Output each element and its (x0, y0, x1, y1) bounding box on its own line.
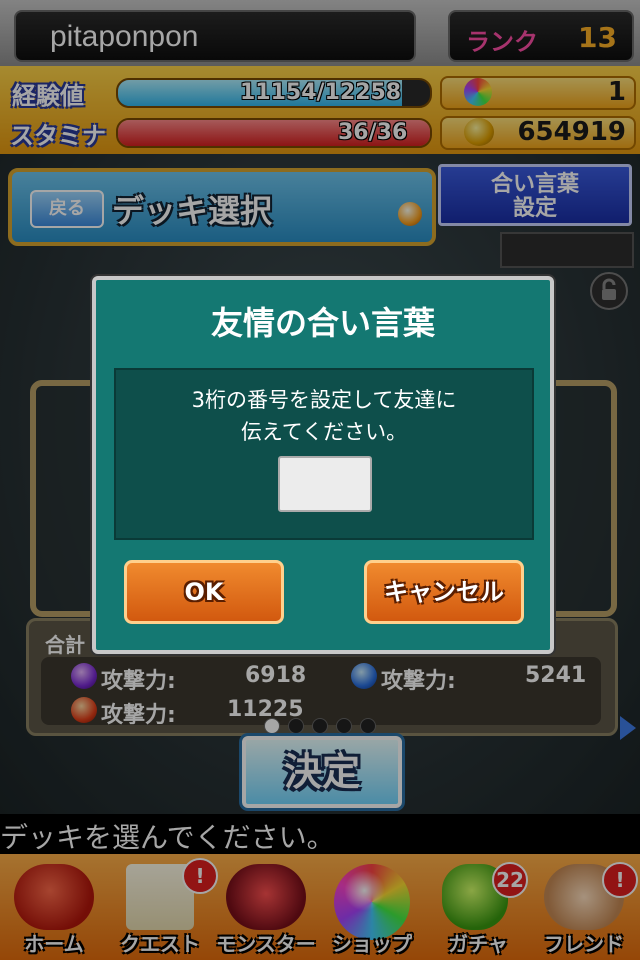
cancel-button[interactable]: キャンセル (364, 560, 524, 624)
dialog-title: 友情の合い言葉 (210, 304, 435, 342)
dialog-line1: 3桁の番号を設定して友達に (191, 388, 457, 412)
dialog-instructions: 3桁の番号を設定して友達に 伝えてください。 (116, 384, 532, 448)
dialog-body: 3桁の番号を設定して友達に 伝えてください。 (114, 368, 534, 540)
password-dialog: 友情の合い言葉 3桁の番号を設定して友達に 伝えてください。 OK キャンセル (92, 276, 554, 654)
ok-button[interactable]: OK (124, 560, 284, 624)
dialog-line2: 伝えてください。 (240, 420, 408, 444)
password-input[interactable] (278, 456, 372, 512)
